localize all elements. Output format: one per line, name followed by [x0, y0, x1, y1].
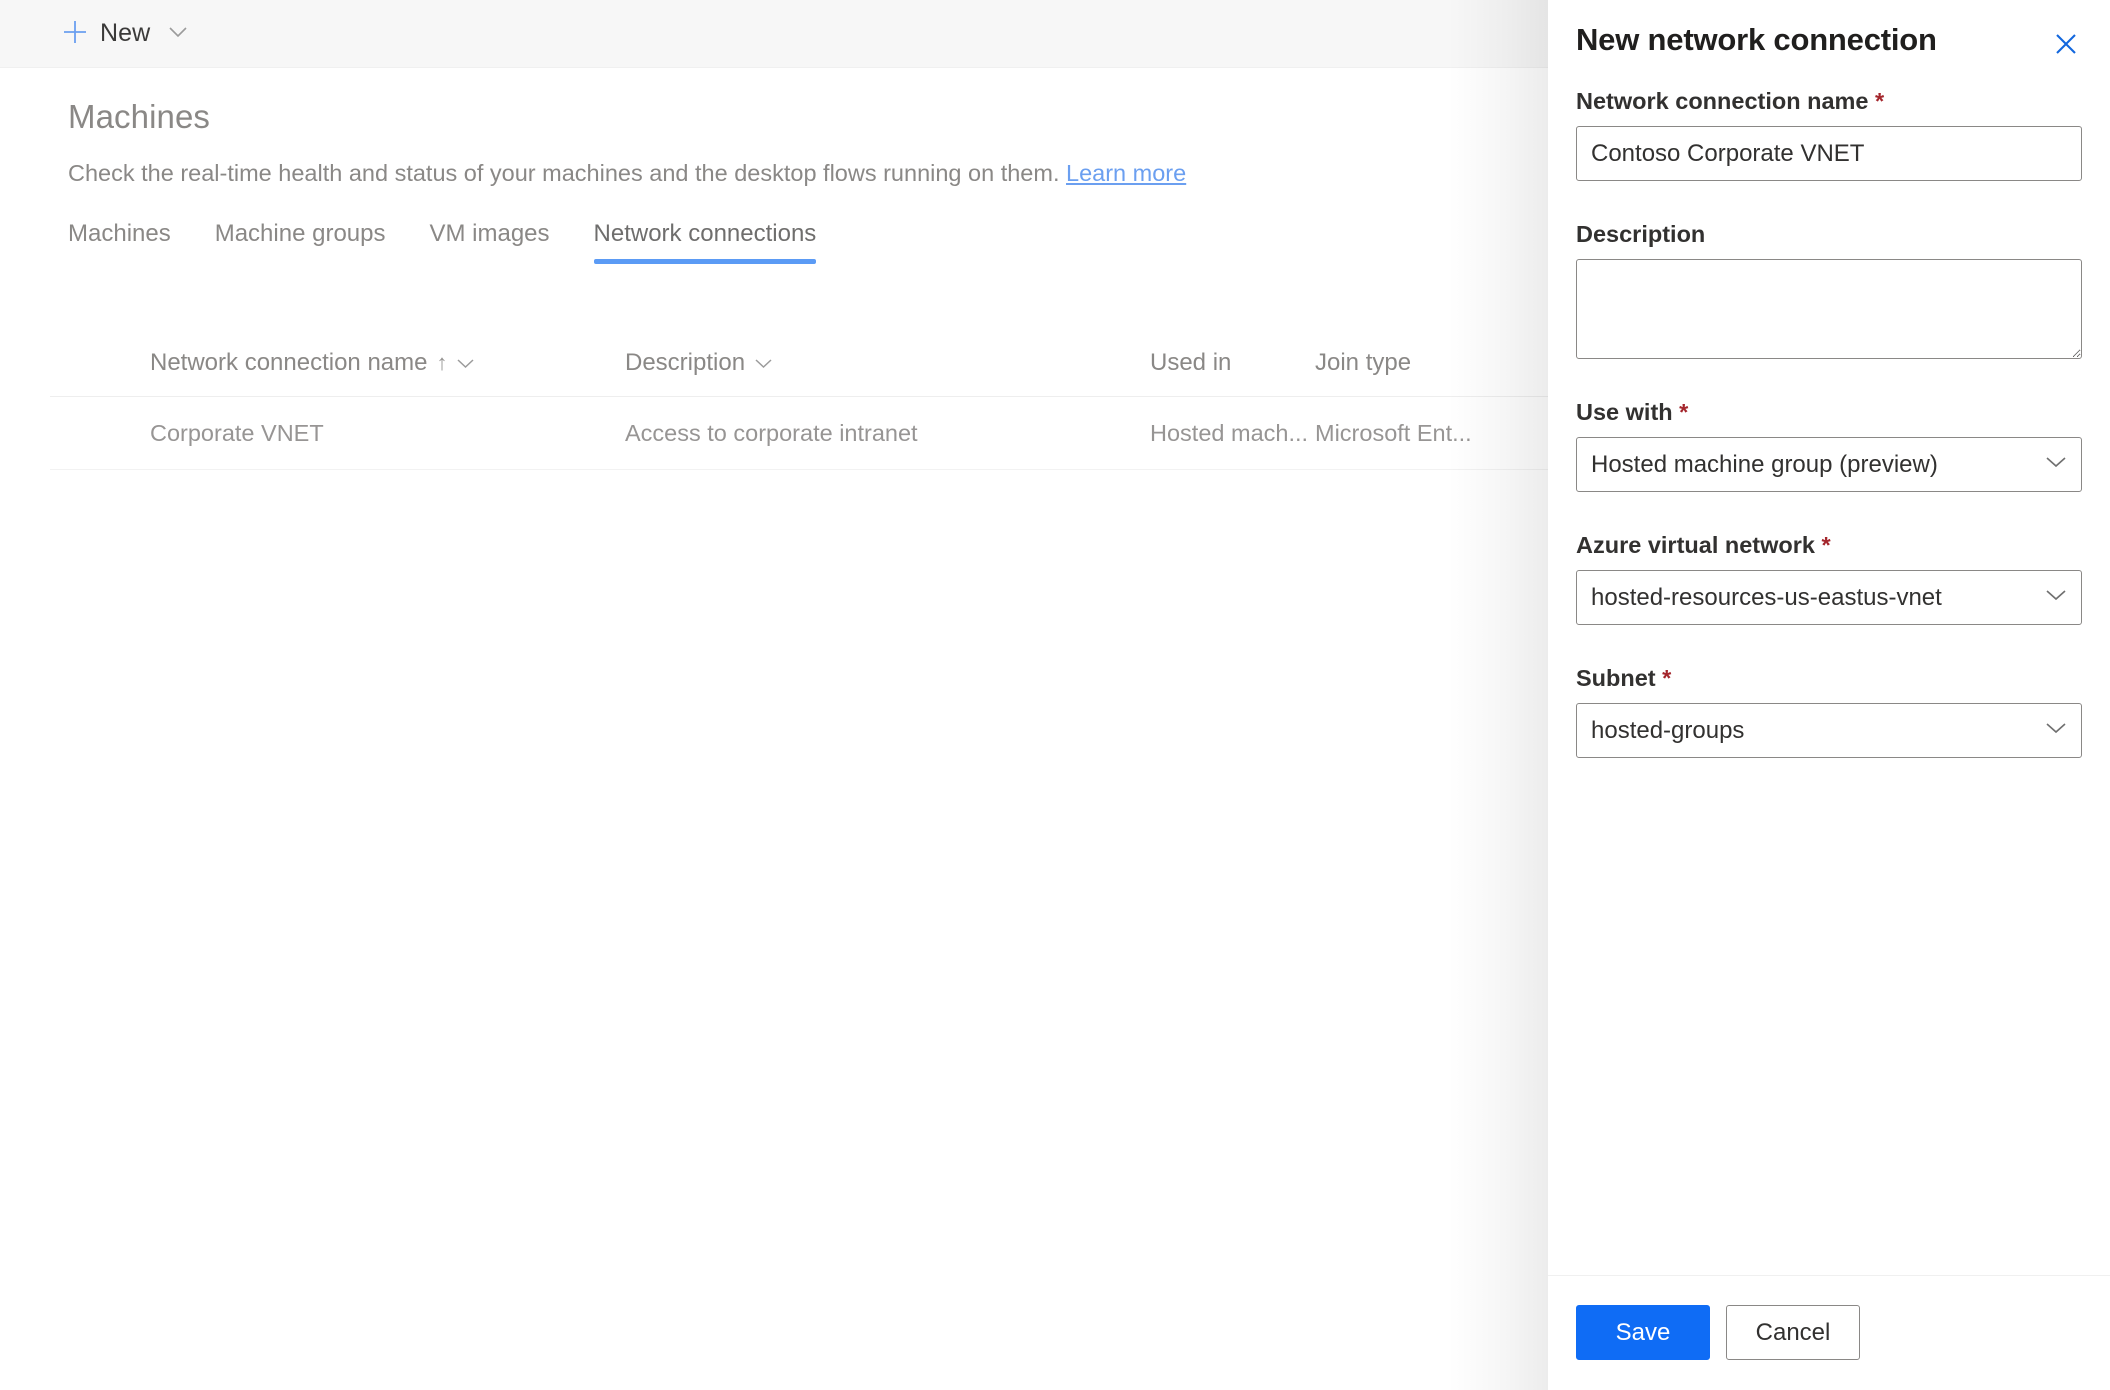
label-text: Subnet — [1576, 665, 1656, 691]
new-network-connection-panel: New network connection Network connectio… — [1548, 0, 2110, 1390]
column-header-network-connection-name[interactable]: Network connection name ↑ — [50, 349, 625, 377]
column-header-label: Description — [625, 349, 746, 376]
column-header-label: Join type — [1315, 349, 1412, 376]
column-header-label: Network connection name — [150, 349, 428, 376]
azure-virtual-network-dropdown[interactable]: hosted-resources-us-eastus-vnet — [1576, 570, 2082, 625]
panel-header: New network connection — [1576, 22, 2082, 60]
required-asterisk: * — [1875, 88, 1885, 114]
tab-network-connections[interactable]: Network connections — [572, 220, 839, 264]
field-azure-virtual-network: Azure virtual network * hosted-resources… — [1576, 532, 2082, 625]
page-subtitle: Check the real-time health and status of… — [68, 160, 1186, 187]
required-asterisk: * — [1662, 665, 1672, 691]
chevron-down-icon — [168, 25, 188, 42]
panel-footer: Save Cancel — [1576, 1305, 1860, 1360]
new-button-label: New — [100, 19, 151, 47]
field-label-azure-virtual-network: Azure virtual network * — [1576, 532, 2082, 559]
azure-virtual-network-selected-value: hosted-resources-us-eastus-vnet — [1591, 583, 1942, 611]
network-connection-name-input[interactable] — [1576, 126, 2082, 181]
cell-join-type: Microsoft Ent... — [1315, 419, 1472, 446]
field-label-use-with: Use with * — [1576, 399, 2082, 426]
sort-ascending-icon: ↑ — [436, 350, 448, 375]
cell-description: Access to corporate intranet — [625, 419, 918, 446]
tab-vm-images[interactable]: VM images — [407, 220, 571, 264]
field-label-network-connection-name: Network connection name * — [1576, 88, 2082, 115]
save-button[interactable]: Save — [1576, 1305, 1710, 1360]
label-text: Network connection name — [1576, 88, 1869, 114]
required-asterisk: * — [1679, 399, 1689, 425]
field-description: Description — [1576, 221, 2082, 359]
subnet-dropdown[interactable]: hosted-groups — [1576, 703, 2082, 758]
page-title: Machines — [68, 98, 211, 135]
network-connections-table: Network connection name ↑ Description Us… — [50, 330, 1548, 470]
use-with-dropdown[interactable]: Hosted machine group (preview) — [1576, 437, 2082, 492]
chevron-down-icon[interactable] — [456, 349, 475, 377]
close-icon — [2050, 34, 2082, 63]
tab-machine-groups[interactable]: Machine groups — [193, 220, 408, 264]
use-with-selected-value: Hosted machine group (preview) — [1591, 450, 1938, 478]
column-header-description[interactable]: Description — [625, 349, 1150, 377]
field-subnet: Subnet * hosted-groups — [1576, 665, 2082, 758]
command-bar: New — [0, 0, 1548, 68]
table-row[interactable]: Corporate VNET Access to corporate intra… — [50, 397, 1548, 470]
field-network-connection-name: Network connection name * — [1576, 88, 2082, 181]
new-button[interactable]: New — [48, 0, 202, 67]
tab-machines[interactable]: Machines — [68, 220, 193, 264]
subnet-selected-value: hosted-groups — [1591, 716, 1745, 744]
field-label-description: Description — [1576, 221, 2082, 248]
chevron-down-icon[interactable] — [754, 349, 773, 377]
panel-title: New network connection — [1576, 22, 1937, 57]
cell-network-connection-name: Corporate VNET — [150, 419, 324, 446]
column-header-used-in[interactable]: Used in — [1150, 349, 1315, 377]
label-text: Use with — [1576, 399, 1673, 425]
label-text: Azure virtual network — [1576, 532, 1815, 558]
column-header-join-type[interactable]: Join type — [1315, 349, 1515, 377]
panel-body: Network connection name * Description Us… — [1576, 88, 2082, 758]
column-header-label: Used in — [1150, 349, 1232, 376]
chevron-down-icon — [2045, 588, 2067, 607]
field-use-with: Use with * Hosted machine group (preview… — [1576, 399, 2082, 492]
tab-list: Machines Machine groups VM images Networ… — [68, 220, 838, 264]
required-asterisk: * — [1821, 532, 1831, 558]
close-button[interactable] — [2050, 28, 2082, 60]
plus-icon — [62, 19, 88, 48]
description-textarea[interactable] — [1576, 259, 2082, 359]
cancel-button[interactable]: Cancel — [1726, 1305, 1860, 1360]
table-header-row: Network connection name ↑ Description Us… — [50, 330, 1548, 397]
label-text: Description — [1576, 221, 1706, 247]
cell-used-in: Hosted mach... — [1150, 419, 1309, 446]
field-label-subnet: Subnet * — [1576, 665, 2082, 692]
panel-footer-divider — [1548, 1275, 2110, 1276]
learn-more-link[interactable]: Learn more — [1066, 160, 1186, 186]
page-subtitle-text: Check the real-time health and status of… — [68, 160, 1060, 186]
chevron-down-icon — [2045, 721, 2067, 740]
chevron-down-icon — [2045, 455, 2067, 474]
